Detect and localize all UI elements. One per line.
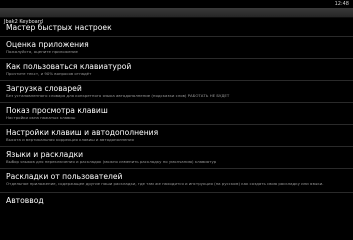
pref-load-dictionaries[interactable]: Загрузка словарей Без установленного сло… [0, 81, 353, 103]
pref-label: Загрузка словарей [6, 84, 82, 93]
action-bar: Jbak2 Keyboard [0, 8, 353, 25]
pref-summary: Отдельное приложение, содержащее другие … [6, 181, 324, 186]
status-bar: 12:48 [0, 0, 353, 8]
pref-summary: Прочтите текст, и 90% вопросов отпадёт [6, 71, 92, 76]
status-clock: 12:48 [334, 1, 349, 7]
pref-label: Как пользоваться клавиатурой [6, 62, 132, 71]
pref-quick-setup-wizard[interactable]: Мастер быстрых настроек [0, 18, 353, 37]
pref-languages-layouts[interactable]: Языки и раскладки Выбор языков для перек… [0, 147, 353, 169]
preferences-list: Мастер быстрых настроек Оценка приложени… [0, 18, 353, 209]
pref-label: Мастер быстрых настроек [6, 23, 112, 32]
pref-how-to-use[interactable]: Как пользоваться клавиатурой Прочтите те… [0, 59, 353, 81]
pref-label: Настройки клавиш и автодополнения [6, 128, 159, 137]
pref-summary: Пожалуйста, оцените приложение [6, 49, 78, 54]
pref-summary: Настройки окна нажатых клавиш [6, 115, 76, 120]
pref-auto-input[interactable]: Автоввод [0, 193, 353, 209]
pref-rate-app[interactable]: Оценка приложения Пожалуйста, оцените пр… [0, 37, 353, 59]
pref-label: Автоввод [6, 196, 44, 205]
pref-label: Оценка приложения [6, 40, 89, 49]
pref-label: Показ просмотра клавиш [6, 106, 108, 115]
pref-keys-autocomplete[interactable]: Настройки клавиш и автодополнения Высота… [0, 125, 353, 147]
pref-user-layouts[interactable]: Раскладки от пользователей Отдельное при… [0, 169, 353, 193]
pref-summary: Без установленного словаря для конкретно… [6, 93, 230, 98]
pref-label: Раскладки от пользователей [6, 172, 123, 181]
pref-summary: Выбор языков для переключения и раскладо… [6, 159, 217, 164]
pref-key-preview[interactable]: Показ просмотра клавиш Настройки окна на… [0, 103, 353, 125]
pref-label: Языки и раскладки [6, 150, 84, 159]
pref-summary: Высота и вертикальная коррекция клавиш и… [6, 137, 134, 142]
